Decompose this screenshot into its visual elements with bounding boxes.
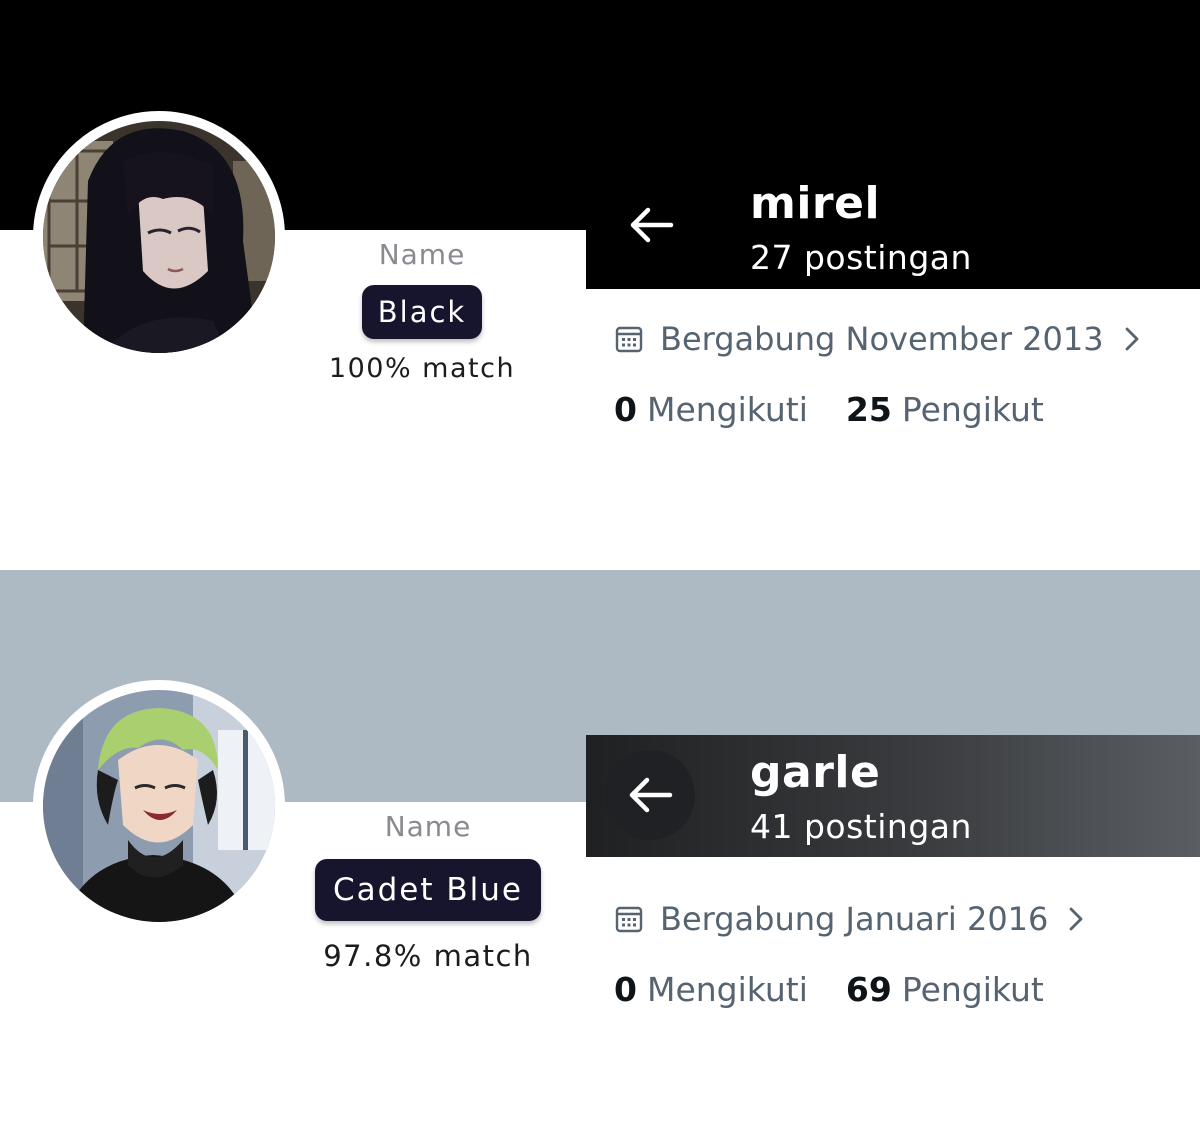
color-name-badge: Black: [361, 285, 483, 339]
profile-header: garle 41 postingan: [586, 735, 1200, 857]
anime-girl-avatar-image: [43, 121, 275, 353]
chevron-right-icon: [1124, 326, 1140, 352]
followers-count[interactable]: 25: [846, 390, 892, 429]
back-button[interactable]: [606, 180, 696, 270]
following-label[interactable]: Mengikuti: [647, 390, 808, 429]
followers-label[interactable]: Pengikut: [902, 390, 1044, 429]
join-date-text: Bergabung Januari 2016: [660, 900, 1049, 938]
anime-boy-avatar-image: [43, 690, 275, 922]
post-count: 27 postingan: [750, 238, 972, 277]
arrow-left-icon: [630, 207, 674, 243]
name-label: Name: [378, 238, 466, 271]
following-count[interactable]: 0: [614, 970, 637, 1009]
join-date-text: Bergabung November 2013: [660, 320, 1104, 358]
match-percentage: 100% match: [328, 353, 516, 384]
chevron-right-icon: [1068, 906, 1084, 932]
color-name-badge: Cadet Blue: [314, 859, 541, 921]
match-percentage: 97.8% match: [323, 939, 533, 973]
profile-display-name: mirel: [750, 178, 881, 229]
join-date-row[interactable]: Bergabung November 2013: [614, 320, 1140, 358]
calendar-icon: [614, 324, 644, 354]
follow-stats: 0 Mengikuti 25 Pengikut: [614, 390, 1044, 429]
back-button[interactable]: [605, 750, 695, 840]
color-match-info: Name Black 100% match: [292, 238, 552, 384]
followers-count[interactable]: 69: [846, 970, 892, 1009]
name-label: Name: [384, 810, 472, 843]
avatar: [33, 680, 285, 932]
post-count: 41 postingan: [750, 807, 972, 846]
following-label[interactable]: Mengikuti: [647, 970, 808, 1009]
arrow-left-icon: [629, 777, 673, 813]
profile-panel-garle: Name Cadet Blue 97.8% match garle 41 pos…: [0, 570, 1200, 1130]
calendar-icon: [614, 904, 644, 934]
profile-panel-mirel: Name Black 100% match mirel 27 postingan…: [0, 0, 1200, 570]
follow-stats: 0 Mengikuti 69 Pengikut: [614, 970, 1044, 1009]
following-count[interactable]: 0: [614, 390, 637, 429]
profile-header: mirel 27 postingan: [586, 0, 1200, 289]
profile-display-name: garle: [750, 747, 881, 798]
followers-label[interactable]: Pengikut: [902, 970, 1044, 1009]
avatar: [33, 111, 285, 363]
join-date-row[interactable]: Bergabung Januari 2016: [614, 900, 1084, 938]
color-match-info: Name Cadet Blue 97.8% match: [292, 810, 564, 973]
